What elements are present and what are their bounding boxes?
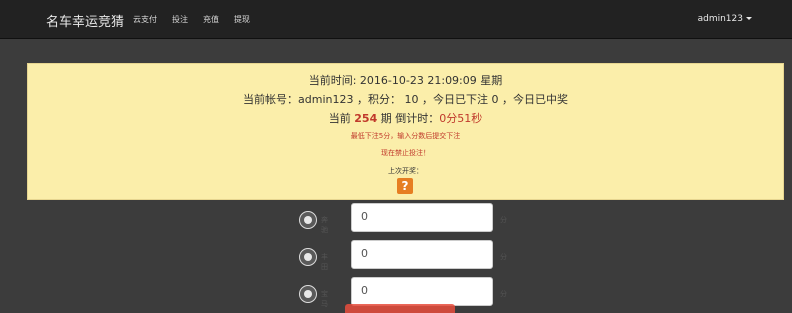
top-navbar: 名车幸运竞猜 云支付 投注 充值 提现 admin123 xyxy=(0,0,792,39)
user-menu[interactable]: admin123 xyxy=(698,14,752,24)
bet-input-bmw[interactable]: 0 xyxy=(351,277,493,306)
current-time: 当前时间: 2016-10-23 21:09:09 星期 xyxy=(308,74,503,87)
question-icon: ? xyxy=(397,178,413,194)
user-name: admin123 xyxy=(697,14,743,24)
nav-item-cloud-pay[interactable]: 云支付 xyxy=(133,14,157,25)
nav-item-withdraw[interactable]: 提现 xyxy=(234,14,250,25)
bmw-icon xyxy=(299,285,317,303)
issue-prefix: 当前 xyxy=(328,112,351,125)
min-bet-notice: 最低下注5分，输入分数后提交下注 xyxy=(350,132,461,140)
issue-countdown: 当前 254 期 倒计时：0分51秒 xyxy=(28,110,783,126)
nav-menu: 云支付 投注 充值 提现 xyxy=(133,14,250,25)
bet-input-toyota[interactable]: 0 xyxy=(351,240,493,269)
countdown-value: 0分51秒 xyxy=(439,112,483,125)
caret-down-icon xyxy=(746,17,752,20)
last-draw-label: 上次开奖： xyxy=(388,167,423,175)
bet-closed-notice: 现在禁止投注！ xyxy=(381,149,430,157)
toyota-icon xyxy=(299,248,317,266)
issue-number: 254 xyxy=(354,112,378,125)
nav-item-bet[interactable]: 投注 xyxy=(172,14,188,25)
submit-button-partial[interactable] xyxy=(345,304,455,313)
bet-unit: 分 xyxy=(500,290,507,298)
benz-icon xyxy=(299,211,317,229)
bet-label: 奔驰 xyxy=(321,216,328,234)
bet-input-benz[interactable]: 0 xyxy=(351,203,493,232)
bet-unit: 分 xyxy=(500,253,507,261)
issue-suffix: 期 倒计时： xyxy=(380,112,440,125)
account-info: 当前帐号：admin123 ，积分： 10 ，今日已下注 0 ，今日已中奖 xyxy=(243,93,568,106)
bet-unit: 分 xyxy=(500,216,507,224)
bet-label: 宝马 xyxy=(321,290,328,308)
nav-item-recharge[interactable]: 充值 xyxy=(203,14,219,25)
brand-title[interactable]: 名车幸运竞猜 xyxy=(46,11,124,30)
bet-label: 丰田 xyxy=(321,253,328,271)
status-panel: 当前时间: 2016-10-23 21:09:09 星期 当前帐号：admin1… xyxy=(27,63,784,200)
